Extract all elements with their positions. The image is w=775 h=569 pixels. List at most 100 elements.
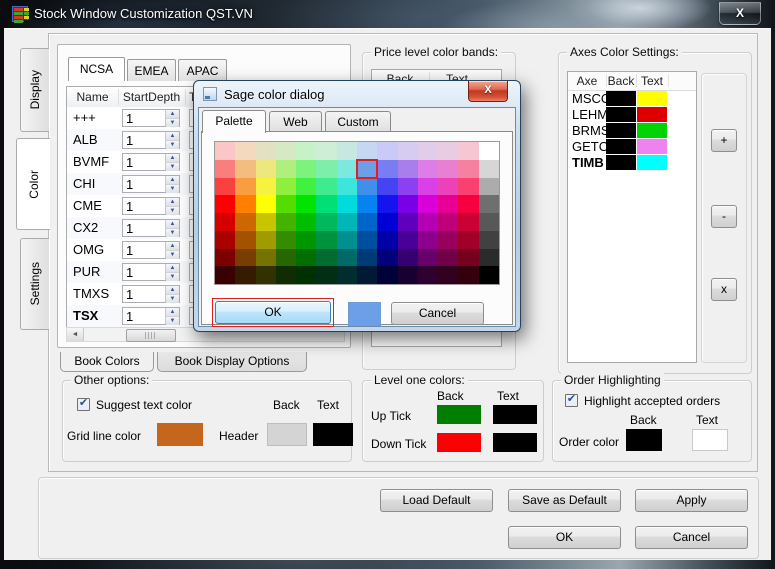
palette-cell[interactable] [337, 142, 357, 160]
palette-cell[interactable] [276, 266, 296, 284]
palette-cell[interactable] [276, 142, 296, 160]
sage-ok-button[interactable]: OK [215, 301, 331, 324]
start-depth-spinner[interactable]: 1▲▼ [122, 197, 180, 215]
palette-cell[interactable] [337, 249, 357, 267]
header-back-swatch[interactable] [267, 423, 307, 446]
up-tick-text-swatch[interactable] [493, 405, 537, 424]
palette-cell[interactable] [215, 160, 235, 178]
palette-cell[interactable] [418, 231, 438, 249]
palette-cell[interactable] [316, 160, 336, 178]
palette-cell[interactable] [215, 231, 235, 249]
axes-back-swatch[interactable] [606, 123, 636, 138]
palette-cell[interactable] [357, 195, 377, 213]
palette-cell[interactable] [458, 249, 478, 267]
column-header-name[interactable]: Name [67, 90, 118, 104]
palette-cell[interactable] [316, 249, 336, 267]
palette-cell[interactable] [316, 195, 336, 213]
axes-back-swatch[interactable] [606, 155, 636, 170]
spin-down-icon[interactable]: ▼ [166, 185, 179, 193]
axes-back-swatch[interactable] [606, 91, 636, 106]
palette-cell[interactable] [256, 178, 276, 196]
spin-down-icon[interactable]: ▼ [166, 119, 179, 127]
palette-cell[interactable] [377, 178, 397, 196]
palette-cell[interactable] [357, 266, 377, 284]
order-back-swatch[interactable] [626, 429, 662, 451]
palette-cell[interactable] [398, 178, 418, 196]
header-text-swatch[interactable] [313, 423, 353, 446]
tab-book-display-options[interactable]: Book Display Options [157, 352, 307, 372]
palette-cell[interactable] [377, 195, 397, 213]
palette-cell[interactable] [296, 213, 316, 231]
tab-emea[interactable]: EMEA [127, 59, 176, 81]
palette-cell[interactable] [316, 266, 336, 284]
palette-cell[interactable] [337, 266, 357, 284]
apply-button[interactable]: Apply [635, 489, 748, 512]
palette-cell[interactable] [337, 213, 357, 231]
palette-cell[interactable] [398, 142, 418, 160]
axes-text-swatch[interactable] [637, 91, 667, 106]
palette-cell[interactable] [418, 249, 438, 267]
palette-cell[interactable] [235, 266, 255, 284]
palette-cell[interactable] [235, 249, 255, 267]
start-depth-spinner[interactable]: 1▲▼ [122, 263, 180, 281]
palette-cell[interactable] [276, 213, 296, 231]
suggest-text-color-checkbox[interactable]: ✔ [77, 398, 90, 411]
palette-cell[interactable] [479, 160, 499, 178]
palette-cell[interactable] [418, 160, 438, 178]
palette-cell[interactable] [377, 160, 397, 178]
palette-cell[interactable] [438, 178, 458, 196]
palette-cell[interactable] [337, 178, 357, 196]
palette-cell[interactable] [479, 231, 499, 249]
palette-cell[interactable] [458, 231, 478, 249]
palette-cell[interactable] [438, 142, 458, 160]
palette-cell[interactable] [276, 195, 296, 213]
axes-add-button[interactable]: + [711, 129, 737, 152]
tab-color[interactable]: Color [16, 138, 50, 230]
palette-cell[interactable] [438, 249, 458, 267]
axes-row[interactable]: BRMS [568, 123, 696, 139]
palette-cell[interactable] [215, 213, 235, 231]
sage-cancel-button[interactable]: Cancel [391, 302, 484, 325]
axes-remove-button[interactable]: - [711, 205, 737, 228]
palette-cell[interactable] [235, 142, 255, 160]
palette-cell[interactable] [479, 178, 499, 196]
axes-row[interactable]: LEHM [568, 107, 696, 123]
palette-cell[interactable] [479, 213, 499, 231]
palette-cell[interactable] [357, 142, 377, 160]
palette-cell[interactable] [256, 160, 276, 178]
palette-cell[interactable] [256, 266, 276, 284]
tab-custom[interactable]: Custom [325, 111, 391, 132]
start-depth-spinner[interactable]: 1▲▼ [122, 219, 180, 237]
palette-cell[interactable] [377, 231, 397, 249]
spin-up-icon[interactable]: ▲ [166, 242, 179, 251]
start-depth-spinner[interactable]: 1▲▼ [122, 241, 180, 259]
up-tick-back-swatch[interactable] [437, 405, 481, 424]
palette-cell[interactable] [398, 213, 418, 231]
palette-cell[interactable] [215, 178, 235, 196]
palette-cell[interactable] [296, 249, 316, 267]
axes-col-axe[interactable]: Axe [568, 74, 606, 88]
axes-back-swatch[interactable] [606, 139, 636, 154]
start-depth-spinner[interactable]: 1▲▼ [122, 153, 180, 171]
palette-cell[interactable] [296, 266, 316, 284]
axes-col-text[interactable]: Text [636, 74, 668, 88]
palette-cell[interactable] [235, 213, 255, 231]
tab-settings[interactable]: Settings [20, 238, 49, 330]
spin-up-icon[interactable]: ▲ [166, 110, 179, 119]
palette-cell[interactable] [479, 266, 499, 284]
tab-palette[interactable]: Palette [202, 110, 266, 133]
palette-cell[interactable] [438, 195, 458, 213]
start-depth-spinner[interactable]: 1▲▼ [122, 307, 180, 325]
palette-cell[interactable] [256, 142, 276, 160]
palette-cell[interactable] [296, 231, 316, 249]
palette-cell[interactable] [215, 249, 235, 267]
palette-cell[interactable] [276, 249, 296, 267]
palette-cell[interactable] [215, 142, 235, 160]
highlight-accepted-orders-checkbox[interactable]: ✔ [565, 394, 578, 407]
tab-ncsa[interactable]: NCSA [68, 57, 125, 81]
palette-cell[interactable] [256, 213, 276, 231]
palette-cell[interactable] [458, 160, 478, 178]
palette-cell[interactable] [377, 266, 397, 284]
axes-row[interactable]: MSCO [568, 91, 696, 107]
down-tick-text-swatch[interactable] [493, 433, 537, 452]
